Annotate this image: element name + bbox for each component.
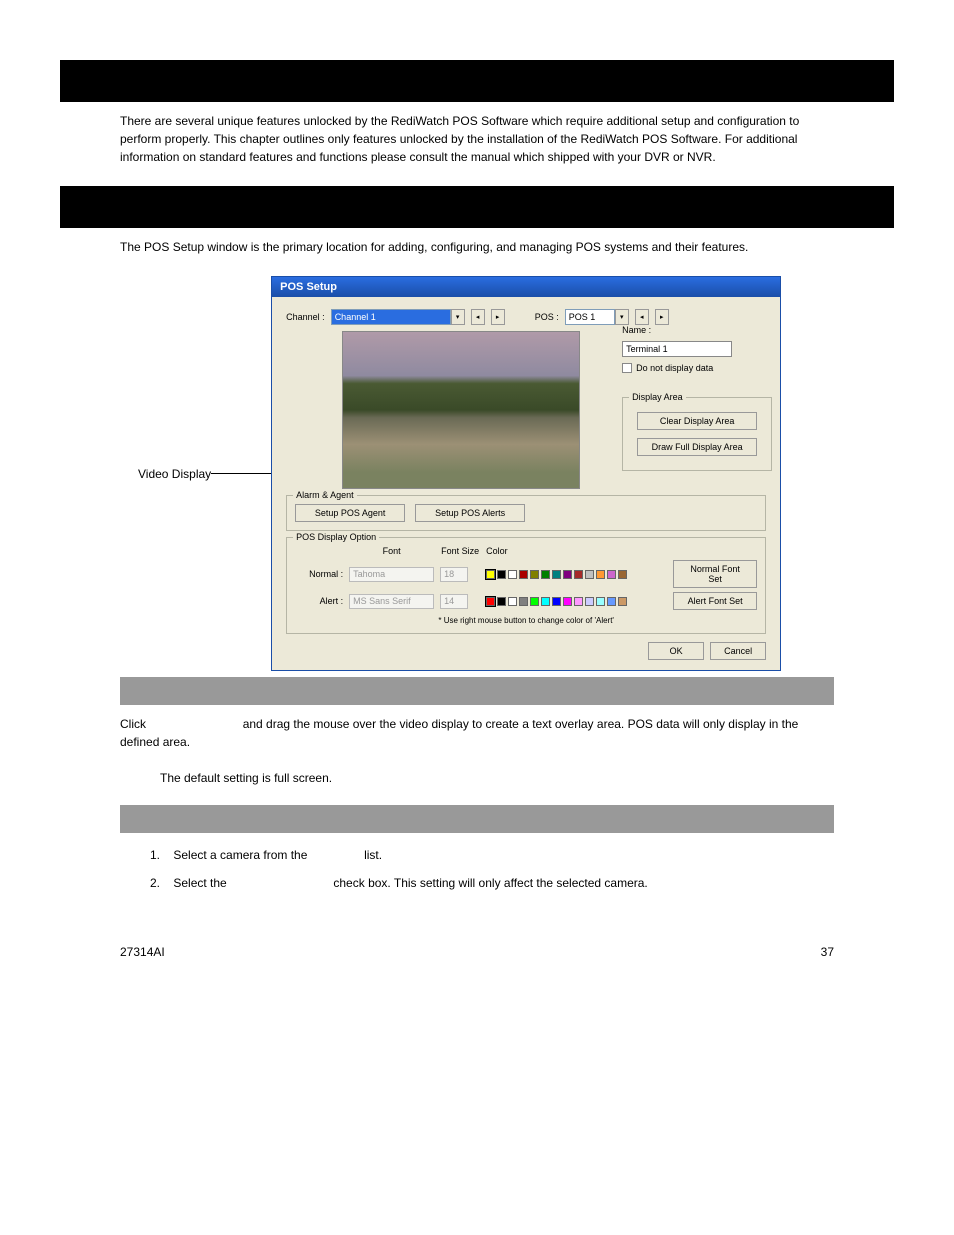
alarm-agent-fieldset: Alarm & Agent Setup POS Agent Setup POS … [286, 495, 766, 531]
color-swatch[interactable] [530, 570, 539, 579]
normal-size-field: 18 [440, 567, 468, 582]
pos-value[interactable]: POS 1 [565, 309, 615, 325]
name-input[interactable]: Terminal 1 [622, 341, 732, 357]
dialog-titlebar: POS Setup [272, 277, 780, 297]
alert-font-set-button[interactable]: Alert Font Set [673, 592, 757, 610]
color-swatch[interactable] [552, 570, 561, 579]
normal-label: Normal : [295, 569, 343, 579]
footer-left: 27314AI [120, 945, 165, 959]
do-not-display-checkbox[interactable]: Do not display data [622, 363, 772, 373]
color-swatch[interactable] [574, 570, 583, 579]
color-swatch[interactable] [508, 597, 517, 606]
channel-next-button[interactable]: ▸ [491, 309, 505, 325]
normal-font-field: Tahoma [349, 567, 434, 582]
channel-prev-button[interactable]: ◂ [471, 309, 485, 325]
normal-font-set-button[interactable]: Normal Font Set [673, 560, 757, 588]
pos-next-button[interactable]: ▸ [655, 309, 669, 325]
color-swatch[interactable] [596, 597, 605, 606]
display-area-legend: Display Area [629, 392, 686, 402]
normal-color-swatches[interactable] [486, 570, 656, 579]
color-swatch[interactable] [508, 570, 517, 579]
list-item: 1. Select a camera from the list. [150, 843, 834, 867]
checkbox-icon[interactable] [622, 363, 632, 373]
chevron-down-icon[interactable]: ▾ [451, 309, 465, 325]
display-area-fieldset: Display Area Clear Display Area Draw Ful… [622, 397, 772, 471]
color-swatch[interactable] [585, 597, 594, 606]
footer-right: 37 [821, 945, 834, 959]
font-note: * Use right mouse button to change color… [295, 616, 757, 625]
do-not-display-label: Do not display data [636, 363, 713, 373]
color-swatch[interactable] [618, 597, 627, 606]
pos-combo[interactable]: POS 1 ▾ [565, 309, 629, 325]
step1-post: list. [361, 848, 382, 862]
color-swatch[interactable] [552, 597, 561, 606]
color-swatch[interactable] [497, 570, 506, 579]
name-label: Name : [622, 325, 772, 335]
chevron-down-icon[interactable]: ▾ [615, 309, 629, 325]
draw-full-display-area-button[interactable]: Draw Full Display Area [637, 438, 757, 456]
color-swatch[interactable] [519, 597, 528, 606]
channel-combo[interactable]: Channel 1 ▾ [331, 309, 465, 325]
alert-font-field: MS Sans Serif [349, 594, 434, 609]
color-swatch[interactable] [596, 570, 605, 579]
color-swatch[interactable] [497, 597, 506, 606]
intro-text: There are several unique features unlock… [120, 112, 834, 166]
color-swatch[interactable] [519, 570, 528, 579]
color-swatch[interactable] [607, 570, 616, 579]
cancel-button[interactable]: Cancel [710, 642, 766, 660]
color-swatch[interactable] [574, 597, 583, 606]
step1-pre: Select a camera from the [173, 848, 310, 862]
color-swatch[interactable] [563, 597, 572, 606]
draw-area-prefix: Click [120, 717, 149, 731]
color-swatch[interactable] [541, 597, 550, 606]
col-font: Font [349, 546, 434, 556]
color-swatch[interactable] [585, 570, 594, 579]
color-swatch[interactable] [530, 597, 539, 606]
setup-section-header [60, 60, 894, 102]
setup-pos-agent-button[interactable]: Setup POS Agent [295, 504, 405, 522]
pos-setup-intro: The POS Setup window is the primary loca… [120, 238, 834, 256]
pos-label: POS : [535, 312, 559, 322]
pos-setup-dialog: POS Setup Channel : Channel 1 ▾ ◂ ▸ POS … [271, 276, 781, 671]
draw-area-text: Click and drag the mouse over the video … [120, 715, 834, 751]
col-color: Color [486, 546, 667, 556]
color-swatch[interactable] [563, 570, 572, 579]
pos-prev-button[interactable]: ◂ [635, 309, 649, 325]
color-swatch[interactable] [486, 597, 495, 606]
callout-line [211, 473, 271, 474]
alert-label: Alert : [295, 596, 343, 606]
pos-setup-section-header [60, 186, 894, 228]
color-swatch[interactable] [607, 597, 616, 606]
channel-value[interactable]: Channel 1 [331, 309, 451, 325]
clear-display-area-button[interactable]: Clear Display Area [637, 412, 757, 430]
color-swatch[interactable] [618, 570, 627, 579]
alarm-agent-legend: Alarm & Agent [293, 490, 357, 500]
alert-size-field: 14 [440, 594, 468, 609]
video-preview[interactable] [342, 331, 580, 489]
draw-area-default-note: The default setting is full screen. [160, 771, 834, 785]
step2-post: check box. This setting will only affect… [330, 876, 648, 890]
callout-video-display: Video Display [138, 467, 211, 481]
pos-display-option-fieldset: POS Display Option Font Font Size Color … [286, 537, 766, 634]
step2-pre: Select the [173, 876, 230, 890]
alert-color-swatches[interactable] [486, 597, 656, 606]
hide-steps-list: 1. Select a camera from the list. 2. Sel… [150, 843, 834, 895]
list-item: 2. Select the check box. This setting wi… [150, 871, 834, 895]
hide-data-heading [120, 805, 834, 833]
pos-display-legend: POS Display Option [293, 532, 379, 542]
draw-area-heading [120, 677, 834, 705]
color-swatch[interactable] [486, 570, 495, 579]
col-size: Font Size [440, 546, 480, 556]
channel-label: Channel : [286, 312, 325, 322]
draw-area-suffix: and drag the mouse over the video displa… [120, 717, 798, 749]
color-swatch[interactable] [541, 570, 550, 579]
ok-button[interactable]: OK [648, 642, 704, 660]
setup-pos-alerts-button[interactable]: Setup POS Alerts [415, 504, 525, 522]
